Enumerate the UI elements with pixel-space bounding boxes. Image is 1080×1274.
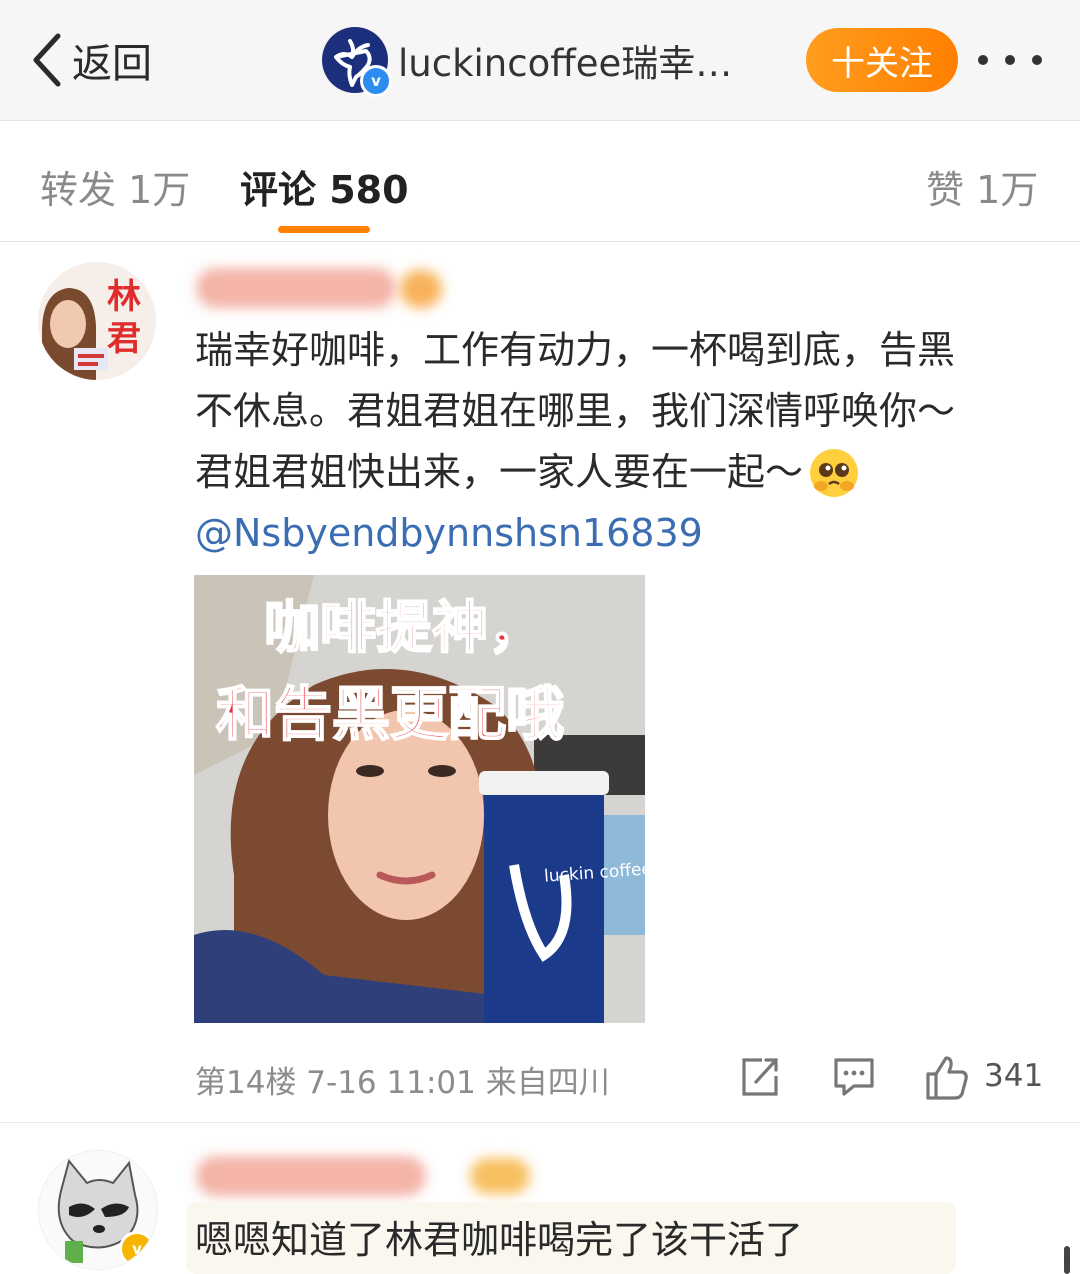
like-count: 341 xyxy=(984,1058,1044,1094)
verified-badge-icon: v xyxy=(119,1231,155,1267)
commenter-name-blurred[interactable] xyxy=(196,268,396,308)
account-avatar[interactable]: v xyxy=(322,27,392,97)
verified-badge-icon: v xyxy=(360,65,392,97)
comment-divider xyxy=(0,1122,1080,1123)
avatar-text: 林君 xyxy=(107,277,141,359)
comment-text: 嗯嗯知道了林君咖啡喝完了该干活了 xyxy=(195,1218,804,1262)
scrollbar[interactable] xyxy=(1064,1246,1070,1274)
comment-line: 君姐君姐快出来，一家人要在一起～ xyxy=(195,450,804,494)
user-badge-icon xyxy=(470,1158,530,1194)
comment-image[interactable]: 咖啡提神， 和告黑更配哦 luckin coffee xyxy=(194,575,645,1023)
reply-button[interactable] xyxy=(832,1052,876,1102)
chevron-left-icon xyxy=(33,33,61,87)
commenter-avatar[interactable]: v xyxy=(38,1150,158,1270)
repost-button[interactable] xyxy=(738,1052,782,1102)
commenter-name-blurred[interactable] xyxy=(196,1156,426,1196)
tab-bar: 转发 1万 评论 580 赞 1万 xyxy=(0,121,1080,242)
tab-comments[interactable]: 评论 580 xyxy=(240,159,409,214)
like-button[interactable] xyxy=(924,1052,970,1102)
comment-line: 不休息。君姐君姐在哪里，我们深情呼唤你～ xyxy=(195,389,956,433)
account-name: luckincoffee瑞幸… xyxy=(398,42,733,85)
account-header[interactable]: v luckincoffee瑞幸… xyxy=(322,26,733,97)
follow-button[interactable]: 十关注 xyxy=(806,28,958,92)
comment-text: 瑞幸好咖啡，工作有动力，一杯喝到底，告黑 不休息。君姐君姐在哪里，我们深情呼唤你… xyxy=(195,320,955,564)
pleading-face-emoji-icon xyxy=(810,448,859,497)
active-tab-indicator xyxy=(278,226,370,233)
tab-likes[interactable]: 赞 1万 xyxy=(926,159,1038,214)
share-icon xyxy=(742,1058,778,1096)
comment-icon xyxy=(834,1058,874,1096)
back-label: 返回 xyxy=(72,41,152,87)
user-badge-icon xyxy=(400,270,442,308)
thumbs-up-icon xyxy=(926,1056,968,1100)
top-nav-bar: 返回 v luckincoffee瑞幸… 十关注 xyxy=(0,0,1080,121)
image-caption-2: 和告黑更配哦 xyxy=(215,679,565,749)
image-caption-1: 咖啡提神， xyxy=(263,595,545,662)
commenter-avatar[interactable]: 林君 xyxy=(38,262,156,380)
comment-meta: 第14楼 7-16 11:01 来自四川 xyxy=(195,1065,610,1101)
back-button[interactable]: 返回 xyxy=(30,30,152,90)
tab-reposts[interactable]: 转发 1万 xyxy=(40,159,190,214)
mention-link[interactable]: @Nsbyendbynnshsn16839 xyxy=(195,503,955,564)
more-dots-icon[interactable] xyxy=(978,40,1042,80)
comment-line: 瑞幸好咖啡，工作有动力，一杯喝到底，告黑 xyxy=(195,328,956,372)
